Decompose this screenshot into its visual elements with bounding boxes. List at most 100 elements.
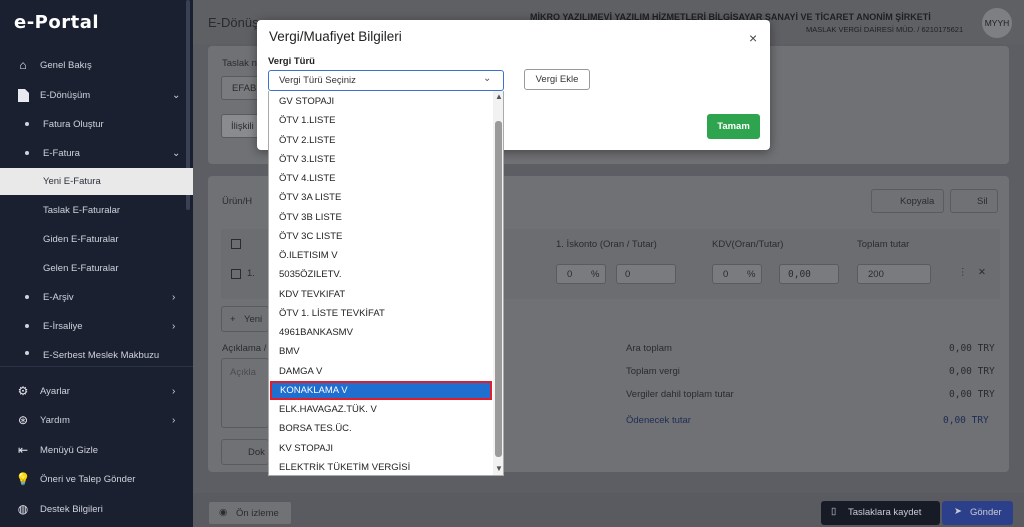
discount-amount-field[interactable]: 0: [616, 264, 676, 284]
dropdown-option-selected[interactable]: KONAKLAMA V: [270, 380, 492, 400]
aciklama-textarea[interactable]: Açıkla: [221, 358, 269, 428]
dropdown-option[interactable]: ÖTV 4.LISTE: [269, 169, 493, 188]
sidebar-item-fatura-olustur[interactable]: Fatura Oluştur: [0, 115, 193, 133]
page-title: E-Dönüş: [208, 15, 259, 30]
discount-rate: 0: [567, 269, 573, 280]
dropdown-option[interactable]: ÖTV 2.LISTE: [269, 131, 493, 150]
tax-type-select[interactable]: Vergi Türü Seçiniz ⌄: [268, 70, 504, 91]
kdv-amount: 0,00: [788, 269, 811, 280]
dropdown-option[interactable]: 5035ÖZILETV.: [269, 265, 493, 284]
dropdown-option[interactable]: KDV TEVKIFAT: [269, 285, 493, 304]
dropdown-option[interactable]: BMV: [269, 342, 493, 361]
modal-title: Vergi/Muafiyet Bilgileri: [269, 29, 402, 44]
dok-button[interactable]: Dok: [221, 439, 269, 465]
chevron-right-icon: ›: [172, 291, 176, 303]
dropdown-option[interactable]: ÖTV 3A LISTE: [269, 188, 493, 207]
sil-button[interactable]: Sil: [950, 189, 998, 213]
ok-button[interactable]: Tamam: [707, 114, 760, 139]
taslak-label: Taslak n: [222, 58, 257, 69]
scrollbar-thumb[interactable]: [495, 121, 502, 457]
odenecek-label: Ödenecek tutar: [626, 415, 691, 426]
dropdown-option[interactable]: ELK.HAVAGAZ.TÜK. V: [269, 400, 493, 419]
sidebar-item-gelen-e-faturalar[interactable]: Gelen E-Faturalar: [0, 259, 193, 277]
sidebar-item-taslak-e-faturalar[interactable]: Taslak E-Faturalar: [0, 201, 193, 219]
app-logo: e-Portal: [14, 12, 100, 33]
row-checkbox[interactable]: [231, 269, 241, 279]
chevron-down-icon: ⌄: [483, 73, 492, 84]
toplam-vergi-label: Toplam vergi: [626, 366, 680, 377]
col-kdv-header: KDV(Oran/Tutar): [712, 239, 784, 250]
iliskili-tab[interactable]: İlişkili: [221, 114, 261, 138]
close-icon[interactable]: ✕: [978, 267, 986, 278]
new-row-button[interactable]: + Yeni: [221, 306, 269, 332]
col-discount-header: 1. İskonto (Oran / Tutar): [556, 239, 657, 250]
kopyala-label: Kopyala: [900, 196, 935, 207]
iliskili-label: İlişkili: [231, 121, 254, 132]
sidebar-item-label: Ayarlar: [40, 385, 70, 397]
sidebar-item-e-fatura[interactable]: E-Fatura ⌄: [0, 144, 193, 162]
kdv-rate-field[interactable]: 0%: [712, 264, 762, 284]
sidebar-item-e-irsaliye[interactable]: E-İrsaliye ›: [0, 317, 193, 335]
new-row-label: Yeni: [244, 314, 263, 325]
dropdown-option[interactable]: Ö.ILETISIM V: [269, 246, 493, 265]
close-icon[interactable]: ×: [749, 30, 757, 46]
more-icon[interactable]: ⋮: [958, 267, 968, 278]
chevron-down-icon: ⌄: [172, 147, 181, 159]
dropdown-option[interactable]: ÖTV 1.LISTE: [269, 111, 493, 130]
sidebar-item-genel-bakis[interactable]: ⌂ Genel Bakış: [0, 56, 193, 74]
sidebar-item-yeni-e-fatura[interactable]: Yeni E-Fatura: [0, 168, 193, 195]
kdv-amount-field[interactable]: 0,00: [779, 264, 839, 284]
sidebar-item-e-donusum[interactable]: E-Dönüşüm ⌄: [0, 86, 193, 104]
sidebar-item-menuyu-gizle[interactable]: ⇤ Menüyü Gizle: [0, 441, 193, 459]
sidebar-item-e-arsiv[interactable]: E-Arşiv ›: [0, 288, 193, 306]
scroll-down-icon[interactable]: ▼: [495, 464, 503, 473]
sidebar-item-label: Fatura Oluştur: [43, 118, 104, 130]
dropdown-option[interactable]: ÖTV 1. LİSTE TEVKİFAT: [269, 304, 493, 323]
dropdown-option[interactable]: BORSA TES.ÜC.: [269, 419, 493, 438]
sidebar-item-label: Yeni E-Fatura: [43, 176, 101, 187]
chevron-right-icon: ›: [172, 320, 176, 332]
efab-field[interactable]: EFAB: [221, 76, 261, 100]
preview-button[interactable]: ◉ Ön izleme: [208, 501, 292, 525]
bullet-icon: [25, 351, 29, 355]
preview-label: Ön izleme: [236, 508, 279, 519]
sidebar-item-yardim[interactable]: ⊛ Yardım ›: [0, 411, 193, 429]
add-tax-button[interactable]: Vergi Ekle: [524, 69, 590, 90]
dropdown-option[interactable]: ÖTV 3C LISTE: [269, 227, 493, 246]
ara-toplam-value: 0,00 TRY: [949, 343, 995, 354]
vergiler-dahil-value: 0,00 TRY: [949, 389, 995, 400]
dropdown-option[interactable]: ÖTV 3B LISTE: [269, 208, 493, 227]
avatar[interactable]: MYYH: [982, 8, 1012, 38]
kdv-rate: 0: [723, 269, 729, 280]
dropdown-option[interactable]: GV STOPAJI: [269, 92, 493, 111]
sidebar-item-destek[interactable]: ◍ Destek Bilgileri: [0, 500, 193, 518]
eye-icon: ◉: [219, 507, 228, 518]
save-draft-label: Taslaklara kaydet: [848, 507, 922, 518]
discount-rate-field[interactable]: 0%: [556, 264, 606, 284]
vergiler-dahil-label: Vergiler dahil toplam tutar: [626, 389, 734, 400]
dropdown-option[interactable]: ÖTV 3.LISTE: [269, 150, 493, 169]
sidebar-item-label: E-Serbest Meslek Makbuzu: [43, 350, 160, 360]
bullet-icon: [25, 324, 29, 328]
dropdown-option[interactable]: KV STOPAJI: [269, 439, 493, 458]
dropdown-option[interactable]: ELEKTRİK TÜKETİM VERGİSİ: [269, 458, 493, 475]
tax-type-dropdown[interactable]: GV STOPAJI ÖTV 1.LISTE ÖTV 2.LISTE ÖTV 3.LI…: [268, 91, 504, 476]
kopyala-button[interactable]: Kopyala: [871, 189, 944, 213]
dropdown-scrollbar[interactable]: ▲ ▼: [493, 91, 503, 475]
scroll-up-icon[interactable]: ▲: [495, 92, 503, 101]
gear-icon: ⚙: [17, 384, 29, 398]
save-draft-button[interactable]: ▯ Taslaklara kaydet: [821, 501, 940, 525]
percent-sign: %: [747, 269, 756, 280]
sidebar-item-ayarlar[interactable]: ⚙ Ayarlar ›: [0, 382, 193, 400]
dropdown-option[interactable]: 4961BANKASMV: [269, 323, 493, 342]
sidebar-item-label: Menüyü Gizle: [40, 444, 99, 456]
send-icon: ➤: [954, 506, 962, 517]
send-button[interactable]: ➤ Gönder: [942, 501, 1013, 525]
sidebar-item-e-serbest-meslek[interactable]: E-Serbest Meslek Makbuzu: [0, 346, 193, 360]
sidebar-item-oneri[interactable]: 💡 Öneri ve Talep Gönder: [0, 470, 193, 488]
select-placeholder: Vergi Türü Seçiniz: [279, 75, 356, 86]
sidebar-item-giden-e-faturalar[interactable]: Giden E-Faturalar: [0, 230, 193, 248]
total-amount-field[interactable]: 200: [857, 264, 931, 284]
dropdown-option[interactable]: DAMGA V: [269, 362, 493, 381]
select-all-checkbox[interactable]: [231, 239, 241, 249]
